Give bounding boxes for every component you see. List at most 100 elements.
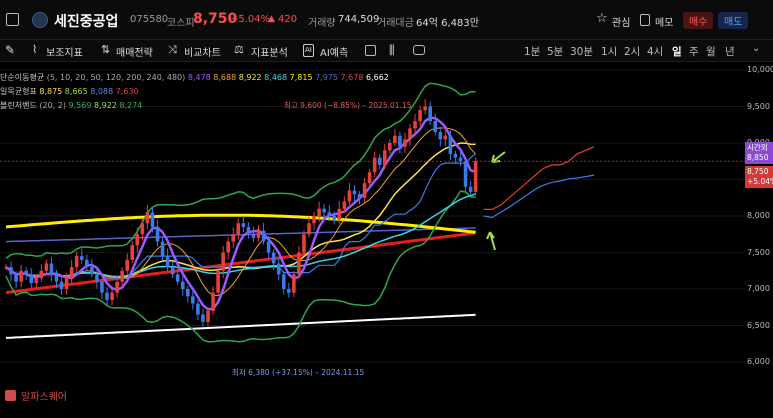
period-year[interactable]: 년 <box>725 44 735 59</box>
candle-0 <box>4 267 8 269</box>
star-icon[interactable]: ☆ <box>596 11 608 26</box>
candle-33 <box>170 267 175 275</box>
candle-3 <box>19 270 23 282</box>
candle-67 <box>342 201 347 209</box>
memo-button[interactable]: 메모 <box>655 14 673 29</box>
tool-indicators[interactable]: 보조지표 <box>46 44 83 59</box>
price-axis: 10,0009,5009,0008,5008,0007,5007,0006,50… <box>745 62 773 415</box>
period-4h[interactable]: 4시 <box>647 44 663 59</box>
candle-62 <box>317 208 321 216</box>
candle-61 <box>312 216 316 224</box>
period-week[interactable]: 주 <box>689 44 699 59</box>
candle-91 <box>463 161 468 187</box>
candle-32 <box>165 256 170 268</box>
price-tag: 8,750 +5.04% <box>745 166 773 188</box>
candle-75 <box>382 150 387 165</box>
stock-code: 075580 <box>130 14 169 25</box>
candle-79 <box>403 139 407 147</box>
tool-strategy[interactable]: 매매전략 <box>116 44 153 59</box>
memo-icon[interactable] <box>640 14 650 26</box>
candle-type-icon[interactable]: ⫼ <box>389 43 395 58</box>
legend-bollinger-label: 볼린저밴드 <box>0 101 37 110</box>
candle-13 <box>69 267 74 279</box>
analysis-icon[interactable]: ⚖ <box>234 43 244 56</box>
tool-analysis[interactable]: 지표분석 <box>251 44 288 59</box>
legend-ichimoku: 일목균형표 8,875 8,665 8,088 7,630 <box>0 86 139 97</box>
candle-24 <box>125 259 129 271</box>
candle-56 <box>287 289 291 293</box>
candle-6 <box>34 278 39 284</box>
candle-63 <box>322 208 326 213</box>
candle-40 <box>206 310 210 322</box>
trade-value: 64억 6,483만 <box>416 18 479 29</box>
candle-70 <box>357 194 362 198</box>
period-1min[interactable]: 1분 <box>524 44 540 59</box>
price-chart[interactable]: 단순이동평균 (5, 10, 20, 50, 120, 200, 240, 48… <box>0 62 745 415</box>
watermark-logo-icon <box>5 390 16 401</box>
candle-44 <box>226 241 230 253</box>
candle-55 <box>281 274 286 289</box>
buy-button[interactable]: 매수 <box>683 12 714 29</box>
period-5min[interactable]: 5분 <box>547 44 563 59</box>
arrow-marker-1 <box>491 151 506 163</box>
legend-sma-value-5: 7,975 <box>312 73 338 82</box>
ai-icon[interactable]: AI <box>303 44 314 57</box>
period-2h[interactable]: 2시 <box>624 44 640 59</box>
candle-76 <box>388 143 392 151</box>
after-hours-tag: 시간외 8,850 <box>745 142 773 164</box>
candle-11 <box>59 281 64 289</box>
legend-sma-label: 단순이동평균 <box>0 73 45 82</box>
after-hours-value: 8,850 <box>747 153 769 162</box>
arrow-marker-2 <box>486 231 496 251</box>
candle-9 <box>49 263 54 275</box>
candle-17 <box>90 267 94 275</box>
legend-ichimoku-value-3: 7,630 <box>113 87 139 96</box>
candle-93 <box>473 161 478 192</box>
candle-19 <box>100 281 104 293</box>
candle-2 <box>14 274 18 282</box>
draw-pen-icon[interactable]: ✎ <box>5 43 15 57</box>
chevron-down-icon[interactable]: ⌄ <box>752 43 760 54</box>
period-30min[interactable]: 30분 <box>570 44 593 59</box>
period-1h[interactable]: 1시 <box>601 44 617 59</box>
indicator-icon[interactable]: ⌇ <box>32 43 37 56</box>
period-day[interactable]: 일 <box>672 44 682 59</box>
candle-46 <box>236 223 241 235</box>
compare-icon[interactable]: ⤨ <box>168 43 177 57</box>
interest-button[interactable]: 관심 <box>612 14 630 29</box>
sidebar-toggle-icon[interactable] <box>6 13 19 26</box>
legend-sma-value-7: 6,662 <box>363 73 389 82</box>
sell-button[interactable]: 매도 <box>718 12 749 29</box>
legend-sma-value-4: 7,815 <box>287 73 313 82</box>
after-hours-label: 시간외 <box>747 143 768 152</box>
volume-label: 거래량 <box>308 18 336 29</box>
candle-81 <box>413 121 417 129</box>
candle-4 <box>24 270 28 275</box>
legend-sma-value-1: 8,688 <box>210 73 237 82</box>
candle-10 <box>54 274 59 282</box>
candle-28 <box>145 212 150 224</box>
candle-23 <box>120 270 124 282</box>
camera-icon[interactable] <box>413 45 425 55</box>
legend-sma: 단순이동평균 (5, 10, 20, 50, 120, 200, 240, 48… <box>0 72 389 83</box>
candle-92 <box>468 186 473 192</box>
chart-canvas[interactable] <box>0 62 745 415</box>
tool-ai-forecast[interactable]: AI예측 <box>320 44 348 59</box>
candle-5 <box>29 274 34 284</box>
candle-50 <box>256 230 261 238</box>
candle-31 <box>160 241 165 257</box>
tool-compare[interactable]: 비교차트 <box>184 44 221 59</box>
trade-value-label: 거래대금 <box>377 18 414 29</box>
stock-header: 세진중공업 075580 코스피 8,750 +5.04% ▲ 420 거래량 … <box>0 0 773 40</box>
stock-name[interactable]: 세진중공업 <box>54 11 118 31</box>
candle-45 <box>231 234 236 242</box>
strategy-icon[interactable]: ⇅ <box>101 43 110 56</box>
candle-86 <box>438 132 443 140</box>
period-month[interactable]: 월 <box>706 44 716 59</box>
axis-tick-7: 6,500 <box>747 320 770 330</box>
candle-29 <box>150 212 155 227</box>
legend-bollinger-value-1: 8,922 <box>91 101 117 110</box>
candle-90 <box>458 157 463 162</box>
candle-30 <box>155 226 160 242</box>
checkbox-icon[interactable] <box>365 45 376 56</box>
